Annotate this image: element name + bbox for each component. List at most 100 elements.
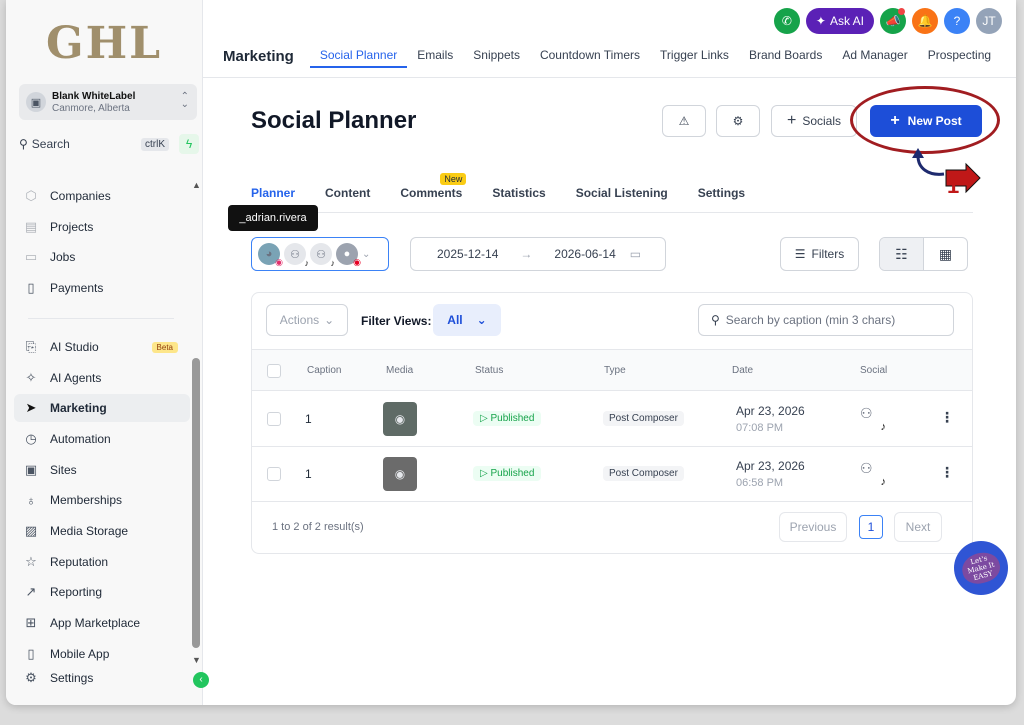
sidebar-item-ai-agents[interactable]: ✧ AI Agents — [14, 364, 190, 392]
previous-page-button[interactable]: Previous — [779, 512, 847, 542]
sidebar-item-label: Memberships — [50, 493, 123, 507]
tab-social-planner[interactable]: Social Planner — [309, 44, 408, 68]
list-view-icon[interactable]: ☷ — [880, 238, 924, 270]
instagram-account-avatar[interactable]: ◕ ◉ — [258, 243, 283, 267]
scroll-up-arrow-icon[interactable]: ▲ — [192, 180, 201, 190]
top-bar: ✆ ✦ Ask AI 📣 🔔 ? JT Marketing Social Pla… — [203, 0, 1016, 78]
sidebar-item-media-storage[interactable]: ▨ Media Storage — [14, 517, 190, 545]
subtab-social-listening[interactable]: Social Listening — [576, 186, 668, 206]
tab-brand-boards[interactable]: Brand Boards — [739, 44, 832, 68]
row-date: Apr 23, 2026 06:58 PM — [736, 459, 805, 489]
sidebar-item-label: Mobile App — [50, 647, 110, 661]
subtab-settings[interactable]: Settings — [698, 186, 745, 206]
sidebar-item-marketing[interactable]: ➤ Marketing — [14, 394, 190, 422]
caption-search-input[interactable]: ⚲ Search by caption (min 3 chars) — [698, 304, 954, 336]
scroll-thumb[interactable] — [192, 358, 200, 648]
sidebar-item-reputation[interactable]: ☆ Reputation — [14, 548, 190, 576]
tab-countdown-timers[interactable]: Countdown Timers — [530, 44, 650, 68]
subtab-content[interactable]: Content — [325, 186, 370, 206]
tab-ad-manager[interactable]: Ad Manager — [832, 44, 917, 68]
account-switcher[interactable]: ▣ Blank WhiteLabel Canmore, Alberta ⌃ ⌄ — [19, 84, 197, 120]
tab-trigger-links[interactable]: Trigger Links — [650, 44, 739, 68]
phone-icon[interactable]: ✆ — [773, 8, 800, 34]
row-menu-icon[interactable]: ⋮ — [940, 409, 954, 426]
sidebar-item-jobs[interactable]: ▭ Jobs — [14, 243, 190, 271]
bell-icon[interactable]: 🔔 — [912, 8, 938, 34]
collapse-sidebar-icon[interactable]: ‹ — [193, 672, 209, 688]
select-all-checkbox[interactable] — [267, 364, 281, 378]
sidebar-item-memberships[interactable]: ♁ Memberships — [14, 486, 190, 514]
caption-search-placeholder: Search by caption (min 3 chars) — [725, 313, 896, 327]
ghl-logo[interactable]: GHL — [46, 18, 162, 69]
calendar-view-icon[interactable]: ▦ — [924, 238, 967, 270]
play-icon: ◉ — [394, 467, 406, 481]
socials-label: Socials — [802, 114, 842, 128]
social-account-selector[interactable]: ◕ ◉ ⚇ ♪ ⚇ ♪ ● ◉ ⌄ — [251, 237, 389, 271]
gear-icon: ⚙ — [732, 114, 744, 128]
tab-emails[interactable]: Emails — [407, 44, 463, 68]
settings-button[interactable]: ⚙ — [716, 105, 760, 137]
helper-widget[interactable]: Let's Make It EASY — [954, 541, 1008, 595]
subtab-statistics[interactable]: Statistics — [492, 186, 545, 206]
tiktok-account-avatar[interactable]: ⚇ ♪ — [310, 243, 335, 268]
sidebar-item-app-marketplace[interactable]: ⊞ App Marketplace — [14, 609, 190, 637]
help-icon[interactable]: ? — [944, 8, 970, 34]
sidebar-scrollbar[interactable]: ▲ ▼ — [192, 180, 201, 665]
column-header-date[interactable]: Date — [732, 365, 753, 376]
row-caption: 1 — [305, 412, 312, 426]
status-badge: ▷ Published — [473, 411, 542, 426]
sidebar-item-projects[interactable]: ▤ Projects — [14, 213, 190, 241]
tab-snippets[interactable]: Snippets — [463, 44, 530, 68]
sidebar-item-label: AI Studio — [50, 340, 99, 354]
row-checkbox[interactable] — [267, 467, 281, 481]
sidebar-item-automation[interactable]: ◷ Automation — [14, 425, 190, 453]
video-thumbnail[interactable]: ◉ — [383, 402, 417, 436]
socials-button[interactable]: + Socials — [771, 105, 857, 137]
type-badge: Post Composer — [603, 466, 684, 481]
table-row[interactable]: 1 ◉ ▷ Published Post Composer Apr 23, 20… — [252, 392, 972, 447]
row-time-value: 07:08 PM — [736, 422, 784, 434]
next-page-button[interactable]: Next — [894, 512, 942, 542]
type-badge: Post Composer — [603, 411, 684, 426]
filters-button[interactable]: ☰ Filters — [780, 237, 859, 271]
subtab-planner[interactable]: Planner — [251, 186, 295, 206]
sidebar-search[interactable]: ⚲ Search ctrlK — [19, 133, 169, 155]
filter-views-select[interactable]: All ⌄ — [433, 304, 501, 336]
instagram-icon: ◉ — [275, 257, 283, 267]
ask-ai-button[interactable]: ✦ Ask AI — [805, 8, 874, 34]
sidebar-item-payments[interactable]: ▯ Payments — [14, 274, 190, 302]
pinterest-icon: ◉ — [353, 257, 361, 267]
annotation-circle — [850, 86, 1000, 154]
subtab-comments[interactable]: Comments New — [400, 173, 467, 206]
row-menu-icon[interactable]: ⋮ — [940, 464, 954, 481]
tab-prospecting[interactable]: Prospecting — [918, 44, 1001, 68]
video-thumbnail[interactable]: ◉ — [383, 457, 417, 491]
search-icon: ⚲ — [711, 313, 720, 327]
feedback-button[interactable]: ⚠ — [662, 105, 706, 137]
tiktok-account-avatar[interactable]: ⚇ ♪ — [284, 243, 309, 268]
pinterest-account-avatar[interactable]: ● ◉ — [336, 243, 361, 267]
tiktok-icon: ♪ — [880, 421, 887, 433]
megaphone-icon[interactable]: 📣 — [880, 8, 906, 34]
sparkle-icon: ✦ — [815, 14, 826, 28]
row-checkbox[interactable] — [267, 412, 281, 426]
page-number-button[interactable]: 1 — [859, 515, 883, 539]
results-count: 1 to 2 of 2 result(s) — [272, 521, 364, 533]
sidebar-item-label: Payments — [50, 281, 104, 295]
date-to: 2026-06-14 — [554, 247, 616, 261]
sidebar: GHL ▣ Blank WhiteLabel Canmore, Alberta … — [6, 0, 203, 705]
new-badge: New — [440, 173, 467, 185]
date-range-picker[interactable]: 2025-12-14 → 2026-06-14 ▭ — [410, 237, 666, 271]
avatar[interactable]: JT — [976, 8, 1002, 34]
sidebar-item-ai-studio[interactable]: ⎘ AI Studio Beta — [14, 333, 190, 361]
sidebar-item-settings[interactable]: ⚙ Settings — [14, 664, 190, 692]
actions-dropdown[interactable]: Actions ⌄ — [266, 304, 348, 336]
sidebar-item-companies[interactable]: ⬡ Companies — [14, 182, 190, 210]
sidebar-item-reporting[interactable]: ↗ Reporting — [14, 578, 190, 606]
table-row[interactable]: 1 ◉ ▷ Published Post Composer Apr 23, 20… — [252, 447, 972, 502]
building-icon: ⬡ — [25, 188, 37, 203]
column-header-caption[interactable]: Caption — [307, 365, 341, 376]
scroll-down-arrow-icon[interactable]: ▼ — [192, 655, 201, 665]
quick-action-bolt-icon[interactable]: ϟ — [179, 134, 199, 154]
sidebar-item-sites[interactable]: ▣ Sites — [14, 456, 190, 484]
